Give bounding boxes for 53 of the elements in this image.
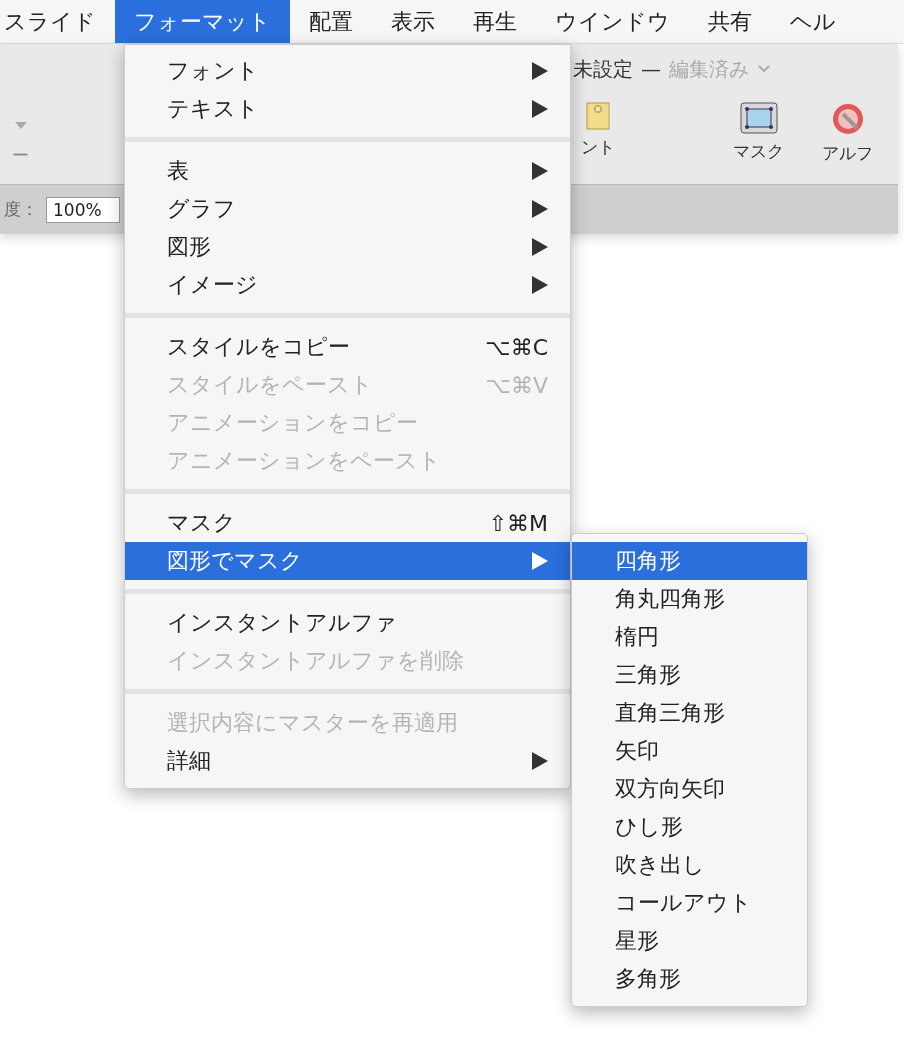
submenu-item[interactable]: 三角形 <box>572 656 807 694</box>
submenu-item[interactable]: ひし形 <box>572 808 807 846</box>
menu-item[interactable]: 図形でマスク <box>125 542 570 580</box>
edit-status: 編集済み <box>669 55 749 83</box>
chevron-icon[interactable] <box>757 64 771 74</box>
comment-button[interactable]: ント <box>581 94 615 159</box>
submenu-arrow-icon <box>532 162 548 180</box>
submenu-item[interactable]: 星形 <box>572 922 807 960</box>
menu-item[interactable]: スタイルをコピー ⌥⌘C <box>125 328 570 366</box>
caret-icon[interactable] <box>14 122 27 130</box>
zoom-label: 度： <box>4 198 38 221</box>
submenu-arrow-icon <box>532 276 548 294</box>
submenu-item[interactable]: 吹き出し <box>572 846 807 884</box>
submenu-arrow-icon <box>532 200 548 218</box>
window-title: 未設定 <box>573 55 633 83</box>
submenu-arrow-icon <box>532 238 548 256</box>
mask-button[interactable]: マスク <box>733 94 784 163</box>
menu-bar-item[interactable]: ウインドウ <box>536 0 689 43</box>
menu-item[interactable]: 表 <box>125 152 570 190</box>
menu-item[interactable]: グラフ <box>125 190 570 228</box>
zoom-field[interactable]: 100% <box>46 196 120 223</box>
menu-bar-item[interactable]: 共有 <box>689 0 771 43</box>
submenu-item[interactable]: 角丸四角形 <box>572 580 807 618</box>
menu-bar-item[interactable]: ヘル <box>771 0 855 43</box>
submenu-item[interactable]: 楕円 <box>572 618 807 656</box>
menu-item[interactable]: フォント <box>125 52 570 90</box>
menu-item[interactable]: インスタントアルファ <box>125 604 570 642</box>
mask-icon <box>739 102 778 134</box>
wand-icon <box>830 102 865 136</box>
submenu-arrow-icon <box>532 100 548 118</box>
menu-item[interactable]: テキスト <box>125 90 570 128</box>
submenu-arrow-icon <box>532 552 548 570</box>
menu-item[interactable]: マスク ⇧⌘M <box>125 504 570 542</box>
submenu-item[interactable]: 多角形 <box>572 960 807 998</box>
menu-bar-item[interactable]: フォーマット <box>115 0 290 43</box>
note-icon <box>585 102 611 130</box>
submenu-item[interactable]: 矢印 <box>572 732 807 770</box>
submenu-arrow-icon <box>532 752 548 770</box>
title-dash: — <box>641 57 661 81</box>
menu-item[interactable]: 図形 <box>125 228 570 266</box>
menu-bar-item[interactable]: スライド <box>0 0 115 43</box>
menu-bar-item[interactable]: 表示 <box>372 0 454 43</box>
menu-item[interactable]: 詳細 <box>125 742 570 780</box>
submenu-item[interactable]: 双方向矢印 <box>572 770 807 808</box>
menu-bar-item[interactable]: 配置 <box>290 0 372 43</box>
submenu-item[interactable]: コールアウト <box>572 884 807 922</box>
submenu-item[interactable]: 四角形 <box>572 542 807 580</box>
toolbar-label: ー <box>12 144 29 167</box>
submenu-item[interactable]: 直角三角形 <box>572 694 807 732</box>
alpha-button[interactable]: アルフ <box>822 94 873 165</box>
menu-item[interactable]: イメージ <box>125 266 570 304</box>
submenu-arrow-icon <box>532 62 548 80</box>
menu-bar-item[interactable]: 再生 <box>454 0 536 43</box>
